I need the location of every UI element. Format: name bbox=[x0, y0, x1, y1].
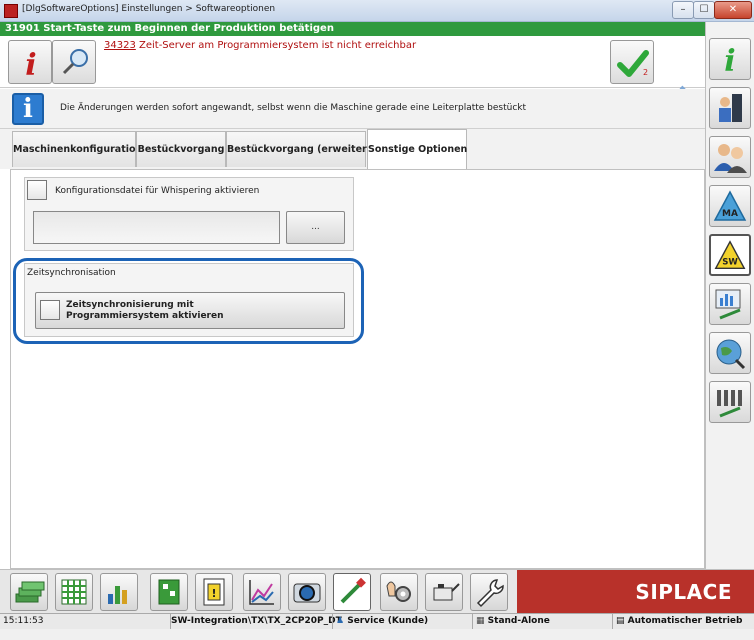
browse-button[interactable]: ... bbox=[286, 211, 345, 244]
warning-doc-icon: ! bbox=[203, 578, 225, 606]
board-icon bbox=[158, 579, 180, 605]
toolbar-grid-button[interactable] bbox=[55, 573, 93, 611]
sidebar-operator-button[interactable] bbox=[709, 87, 751, 129]
red-info-icon: i bbox=[25, 48, 36, 83]
status-standalone: ▦ Stand-Alone bbox=[472, 614, 612, 630]
status-mode-label: Service (Kunde) bbox=[347, 616, 429, 626]
whispering-group: Konfigurationsdatei für Whispering aktiv… bbox=[24, 177, 354, 251]
globe-icon bbox=[716, 339, 746, 370]
sidebar-info-button[interactable]: i bbox=[709, 38, 751, 80]
minimize-button[interactable]: – bbox=[672, 1, 694, 19]
maximize-button[interactable]: ☐ bbox=[693, 1, 715, 19]
sidebar-users-button[interactable] bbox=[709, 136, 751, 178]
magnifier-icon bbox=[62, 49, 88, 75]
status-bar: 15:11:53 SW-Integration\TX\TX_2CP20P_DT … bbox=[0, 613, 754, 630]
window-bottom-edge bbox=[0, 629, 754, 640]
status-operation-label: Automatischer Betrieb bbox=[627, 616, 743, 626]
users-icon bbox=[714, 144, 747, 173]
info-icon: i bbox=[12, 93, 44, 125]
operator-icon bbox=[719, 94, 742, 122]
info-icon: i bbox=[724, 44, 735, 79]
sidebar-globe-button[interactable] bbox=[709, 332, 751, 374]
window-titlebar: [DlgSoftwareOptions] Einstellungen > Sof… bbox=[0, 0, 754, 22]
right-sidebar: i MA SW bbox=[705, 22, 754, 612]
network-icon: ▦ bbox=[476, 616, 485, 626]
sidebar-ma-button[interactable]: MA bbox=[709, 185, 751, 227]
green-check-icon bbox=[617, 50, 649, 77]
grid-icon bbox=[61, 579, 87, 605]
person-icon: ♟ bbox=[336, 616, 345, 626]
close-button[interactable]: ✕ bbox=[714, 1, 752, 19]
tab-sonstige-optionen[interactable]: Sonstige Optionen bbox=[367, 129, 467, 169]
oil-can-icon bbox=[433, 583, 460, 601]
svg-text:SW: SW bbox=[722, 258, 738, 268]
sidebar-chart-button[interactable] bbox=[709, 283, 751, 325]
window-title: [DlgSoftwareOptions] Einstellungen > Sof… bbox=[22, 4, 276, 14]
ma-icon: MA bbox=[713, 190, 747, 221]
camera-icon bbox=[293, 583, 321, 603]
chart-icon bbox=[715, 289, 741, 320]
tab-bestueckvorgang-erweitert[interactable]: Bestückvorgang (erweitert) bbox=[226, 131, 376, 167]
status-time: 15:11:53 bbox=[3, 616, 44, 626]
highlight-frame bbox=[13, 258, 364, 344]
bottom-toolbar: ! SIPLACE bbox=[0, 569, 754, 614]
toolbar-gears-button[interactable] bbox=[380, 573, 418, 611]
toolbar-bar-chart-button[interactable] bbox=[100, 573, 138, 611]
info-row: i Die Änderungen werden sofort angewandt… bbox=[0, 89, 705, 129]
money-icon bbox=[15, 581, 45, 603]
svg-text:MA: MA bbox=[722, 209, 738, 219]
status-mode: ♟ Service (Kunde) bbox=[332, 614, 472, 630]
wrench-icon bbox=[476, 579, 504, 608]
sidebar-tools-button[interactable] bbox=[709, 381, 751, 423]
error-text: Zeit-Server am Programmiersystem ist nic… bbox=[135, 40, 417, 51]
error-message: 34323 Zeit-Server am Programmiersystem i… bbox=[104, 40, 416, 51]
toolbar-wrench-button[interactable] bbox=[470, 573, 508, 611]
toolbar-warning-doc-button[interactable]: ! bbox=[195, 573, 233, 611]
whispering-checkbox-label: Konfigurationsdatei für Whispering aktiv… bbox=[55, 186, 260, 196]
bar-chart-icon bbox=[108, 586, 127, 604]
sidebar-sw-button[interactable]: SW bbox=[709, 234, 751, 276]
tab-bestueckvorgang[interactable]: Bestückvorgang bbox=[136, 131, 226, 167]
brand-logo: SIPLACE bbox=[517, 570, 754, 614]
svg-text:i: i bbox=[724, 44, 735, 79]
app-icon bbox=[4, 4, 18, 18]
tools-icon bbox=[717, 390, 742, 418]
status-path: SW-Integration\TX\TX_2CP20P_DT bbox=[170, 614, 342, 630]
pipette-icon bbox=[340, 577, 366, 604]
info-text: Die Änderungen werden sofort angewandt, … bbox=[60, 103, 527, 113]
line-chart-icon bbox=[249, 580, 274, 605]
gears-hand-icon bbox=[386, 581, 411, 602]
confirm-count: 2 bbox=[643, 68, 649, 77]
operation-icon: ▤ bbox=[616, 616, 625, 626]
production-status-line: 31901 Start-Taste zum Beginnen der Produ… bbox=[0, 22, 754, 36]
tab-bar: Maschinenkonfiguration Bestückvorgang Be… bbox=[0, 129, 705, 169]
toolbar-board-button[interactable] bbox=[150, 573, 188, 611]
message-area: i 34323 Zeit-Server am Programmiersystem… bbox=[0, 36, 705, 111]
whispering-checkbox[interactable] bbox=[27, 180, 47, 200]
message-info-button[interactable]: i bbox=[8, 40, 52, 84]
toolbar-oil-can-button[interactable] bbox=[425, 573, 463, 611]
status-standalone-label: Stand-Alone bbox=[487, 616, 550, 626]
status-operation: ▤ Automatischer Betrieb bbox=[612, 614, 754, 630]
error-code[interactable]: 34323 bbox=[104, 40, 136, 51]
toolbar-pipette-button[interactable] bbox=[333, 573, 371, 611]
message-search-button[interactable] bbox=[52, 40, 96, 84]
toolbar-money-button[interactable] bbox=[10, 573, 48, 611]
svg-text:i: i bbox=[25, 48, 36, 83]
svg-text:!: ! bbox=[211, 587, 216, 600]
whispering-path-field[interactable] bbox=[33, 211, 280, 244]
tab-maschinenkonfiguration[interactable]: Maschinenkonfiguration bbox=[12, 131, 142, 167]
toolbar-line-chart-button[interactable] bbox=[243, 573, 281, 611]
confirm-message-button[interactable]: 2 bbox=[610, 40, 654, 84]
toolbar-camera-button[interactable] bbox=[288, 573, 326, 611]
sw-icon: SW bbox=[714, 240, 746, 270]
